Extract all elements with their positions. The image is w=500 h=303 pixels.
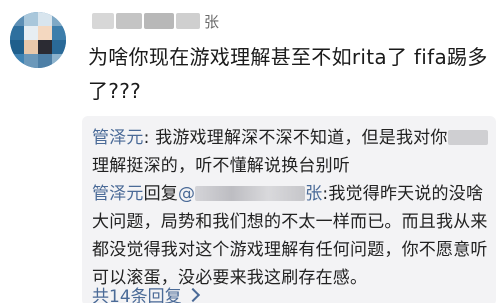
reply-word: 回复 [143, 184, 179, 204]
comment-card: 张 为啥你现在游戏理解甚至不如rita了 fifa踢多了??? 管泽元: 我游戏… [0, 0, 500, 303]
reply-thread: 管泽元: 我游戏理解深不深不知道，但是我对你理解挺深的，听不懂解说换台别听 管泽… [82, 116, 496, 303]
reply-item[interactable]: 管泽元回复@ 张:我觉得昨天说的没啥大问题，局势和我们想的不太一样而已。而且我从来… [92, 180, 488, 292]
redacted-username [144, 13, 174, 29]
reply-text: 我游戏理解深不深不知道，但是我对你 [155, 128, 448, 148]
redacted-username [176, 13, 200, 29]
more-replies-label: 共14条回复 [92, 287, 182, 303]
more-replies-link[interactable]: 共14条回复 [92, 282, 200, 303]
username[interactable]: 张 [92, 10, 232, 32]
reply-author[interactable]: 管泽元 [92, 128, 144, 148]
reply-item[interactable]: 管泽元: 我游戏理解深不深不知道，但是我对你理解挺深的，听不懂解说换台别听 [92, 124, 488, 180]
comment-text: 为啥你现在游戏理解甚至不如rita了 fifa踢多了??? [88, 45, 488, 103]
chevron-right-icon [185, 287, 200, 302]
redacted-text [447, 130, 488, 145]
reply-text-continued: 理解挺深的，听不懂解说换台别听 [92, 156, 350, 176]
reply-separator: : [143, 128, 156, 148]
avatar[interactable] [10, 12, 66, 68]
reply-author[interactable]: 管泽元 [92, 184, 144, 204]
redacted-username [116, 13, 142, 29]
mention-suffix[interactable]: 张 [305, 184, 322, 204]
mention-at[interactable]: @ [178, 184, 195, 204]
redacted-mention [195, 186, 306, 201]
username-suffix: 张 [204, 12, 220, 31]
redacted-username [92, 13, 114, 29]
